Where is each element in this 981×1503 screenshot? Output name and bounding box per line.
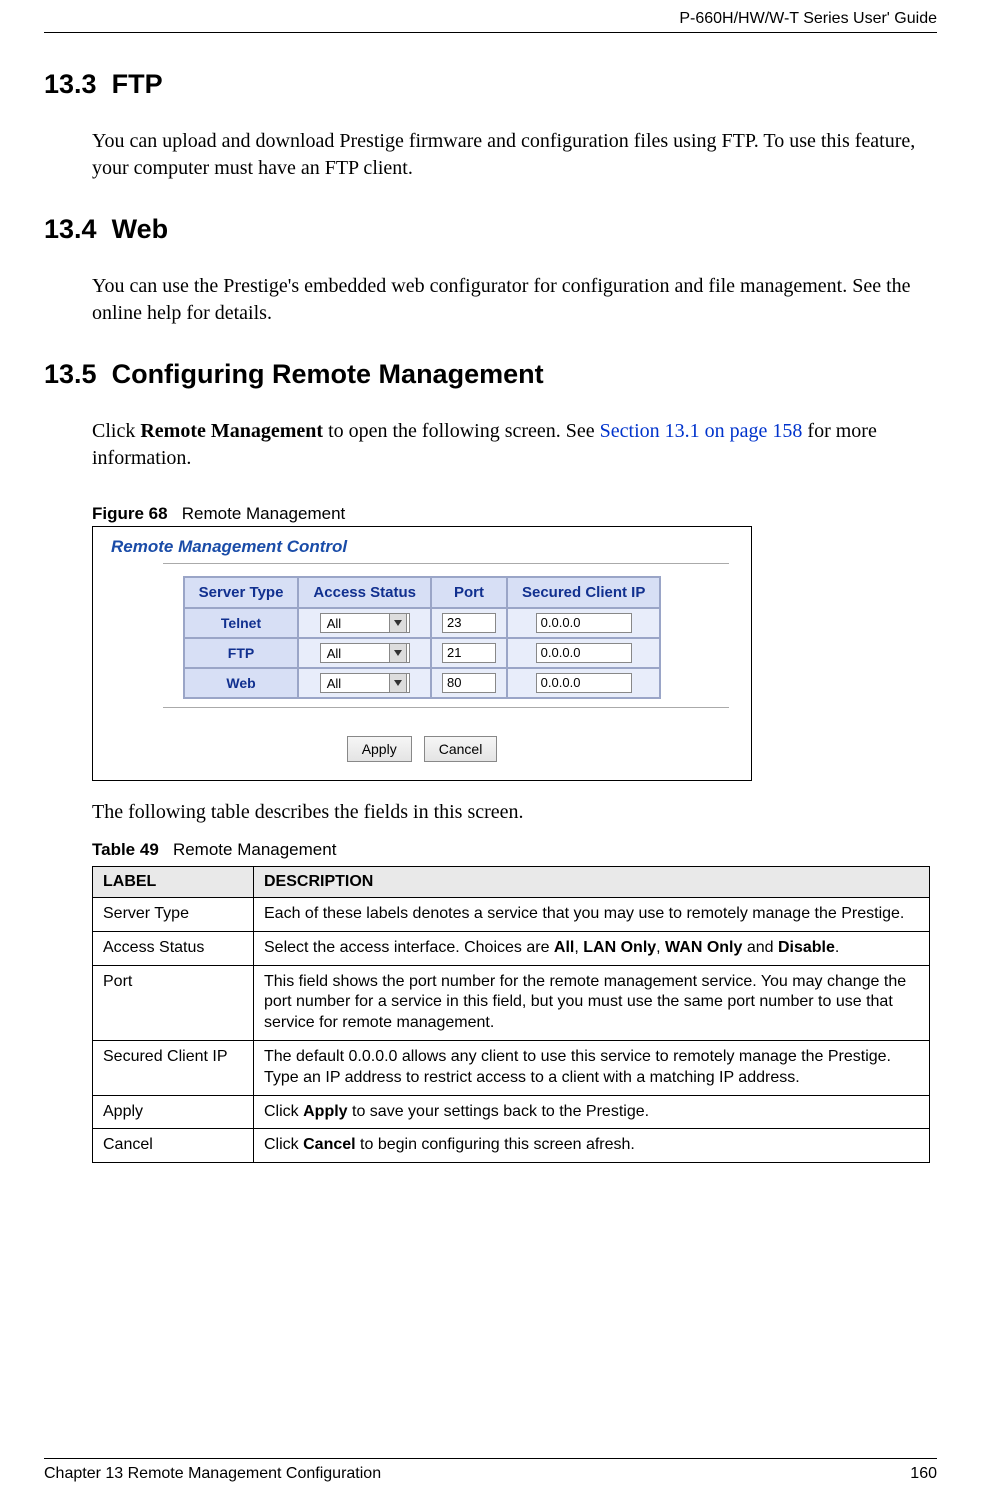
text-run: to open the following screen. See xyxy=(323,420,600,442)
label-cell: Access Status xyxy=(93,931,254,965)
section-heading-config-remote-mgmt: 13.5 Configuring Remote Management xyxy=(44,359,937,390)
server-type-label: Web xyxy=(184,668,299,698)
page-header-title: P-660H/HW/W-T Series User' Guide xyxy=(44,10,937,33)
cross-reference-link[interactable]: Section 13.1 on page 158 xyxy=(600,420,803,442)
section-heading-web: 13.4 Web xyxy=(44,214,937,245)
table-title: Remote Management xyxy=(173,840,336,859)
desc-cell: Each of these labels denotes a service t… xyxy=(254,898,930,932)
text-bold: Cancel xyxy=(303,1136,355,1153)
server-type-label: FTP xyxy=(184,638,299,668)
access-status-select-ftp[interactable]: All xyxy=(320,643,410,663)
table-header-row: Server Type Access Status Port Secured C… xyxy=(184,577,661,608)
chevron-down-icon xyxy=(389,673,407,693)
table-row: FTP All 21 0.0.0.0 xyxy=(184,638,661,668)
port-input-telnet[interactable]: 23 xyxy=(442,613,496,633)
divider xyxy=(163,707,729,708)
col-description: DESCRIPTION xyxy=(254,867,930,898)
select-value: All xyxy=(327,646,341,661)
desc-cell: Click Cancel to begin configuring this s… xyxy=(254,1129,930,1163)
description-table: LABEL DESCRIPTION Server Type Each of th… xyxy=(92,866,930,1163)
col-access-status: Access Status xyxy=(298,577,431,608)
text-run: Select the access interface. Choices are xyxy=(264,939,554,956)
apply-button[interactable]: Apply xyxy=(347,736,412,762)
ip-input-telnet[interactable]: 0.0.0.0 xyxy=(536,613,632,633)
label-cell: Server Type xyxy=(93,898,254,932)
table-row: Telnet All 23 0.0.0.0 xyxy=(184,608,661,638)
remote-management-table: Server Type Access Status Port Secured C… xyxy=(183,576,662,699)
text-run: to save your settings back to the Presti… xyxy=(348,1103,650,1120)
footer-page-number: 160 xyxy=(910,1465,937,1483)
text-run: to begin configuring this screen afresh. xyxy=(356,1136,635,1153)
table-header-row: LABEL DESCRIPTION xyxy=(93,867,930,898)
post-figure-paragraph: The following table describes the fields… xyxy=(92,799,937,826)
label-cell: Cancel xyxy=(93,1129,254,1163)
text-run: and xyxy=(742,939,778,956)
section-title: FTP xyxy=(112,69,163,99)
table-label: Table 49 xyxy=(92,840,159,859)
divider xyxy=(163,563,729,564)
text-bold: WAN Only xyxy=(665,939,742,956)
section-title: Web xyxy=(112,214,169,244)
col-label: LABEL xyxy=(93,867,254,898)
text-bold: LAN Only xyxy=(583,939,656,956)
table-row: Apply Click Apply to save your settings … xyxy=(93,1095,930,1129)
text-bold: Disable xyxy=(778,939,835,956)
table-caption: Table 49 Remote Management xyxy=(92,840,930,860)
text-run: . xyxy=(835,939,839,956)
section-config-paragraph: Click Remote Management to open the foll… xyxy=(92,418,937,472)
text-bold: All xyxy=(554,939,574,956)
col-port: Port xyxy=(431,577,507,608)
section-ftp-paragraph: You can upload and download Prestige fir… xyxy=(92,128,937,182)
label-cell: Apply xyxy=(93,1095,254,1129)
ip-input-ftp[interactable]: 0.0.0.0 xyxy=(536,643,632,663)
cancel-button[interactable]: Cancel xyxy=(424,736,498,762)
desc-cell: The default 0.0.0.0 allows any client to… xyxy=(254,1040,930,1095)
section-number: 13.5 xyxy=(44,359,97,389)
access-status-select-web[interactable]: All xyxy=(320,673,410,693)
table-row: Port This field shows the port number fo… xyxy=(93,965,930,1040)
footer-chapter: Chapter 13 Remote Management Configurati… xyxy=(44,1465,381,1483)
figure-title: Remote Management xyxy=(182,504,345,523)
section-number: 13.3 xyxy=(44,69,97,99)
desc-cell: Click Apply to save your settings back t… xyxy=(254,1095,930,1129)
label-cell: Port xyxy=(93,965,254,1040)
figure-label: Figure 68 xyxy=(92,504,168,523)
section-heading-ftp: 13.3 FTP xyxy=(44,69,937,100)
server-type-label: Telnet xyxy=(184,608,299,638)
col-server-type: Server Type xyxy=(184,577,299,608)
table-row: Server Type Each of these labels denotes… xyxy=(93,898,930,932)
text-run: Click xyxy=(264,1136,303,1153)
figure-remote-management: Remote Management Control Server Type Ac… xyxy=(92,526,752,781)
figure-caption: Figure 68 Remote Management xyxy=(92,504,937,524)
text-run: Click xyxy=(92,420,140,442)
table-row: Secured Client IP The default 0.0.0.0 al… xyxy=(93,1040,930,1095)
table-row: Cancel Click Cancel to begin configuring… xyxy=(93,1129,930,1163)
port-input-web[interactable]: 80 xyxy=(442,673,496,693)
port-input-ftp[interactable]: 21 xyxy=(442,643,496,663)
text-run: , xyxy=(574,939,583,956)
access-status-select-telnet[interactable]: All xyxy=(320,613,410,633)
label-cell: Secured Client IP xyxy=(93,1040,254,1095)
text-run: Click xyxy=(264,1103,303,1120)
panel-title: Remote Management Control xyxy=(93,527,751,563)
section-title: Configuring Remote Management xyxy=(112,359,544,389)
col-secured-client-ip: Secured Client IP xyxy=(507,577,660,608)
text-bold: Apply xyxy=(303,1103,347,1120)
text-run: , xyxy=(656,939,665,956)
desc-cell: This field shows the port number for the… xyxy=(254,965,930,1040)
desc-cell: Select the access interface. Choices are… xyxy=(254,931,930,965)
chevron-down-icon xyxy=(389,643,407,663)
chevron-down-icon xyxy=(389,613,407,633)
select-value: All xyxy=(327,616,341,631)
text-bold: Remote Management xyxy=(140,420,323,442)
section-web-paragraph: You can use the Prestige's embedded web … xyxy=(92,273,937,327)
ip-input-web[interactable]: 0.0.0.0 xyxy=(536,673,632,693)
section-number: 13.4 xyxy=(44,214,97,244)
table-row: Access Status Select the access interfac… xyxy=(93,931,930,965)
select-value: All xyxy=(327,676,341,691)
table-row: Web All 80 0.0.0.0 xyxy=(184,668,661,698)
